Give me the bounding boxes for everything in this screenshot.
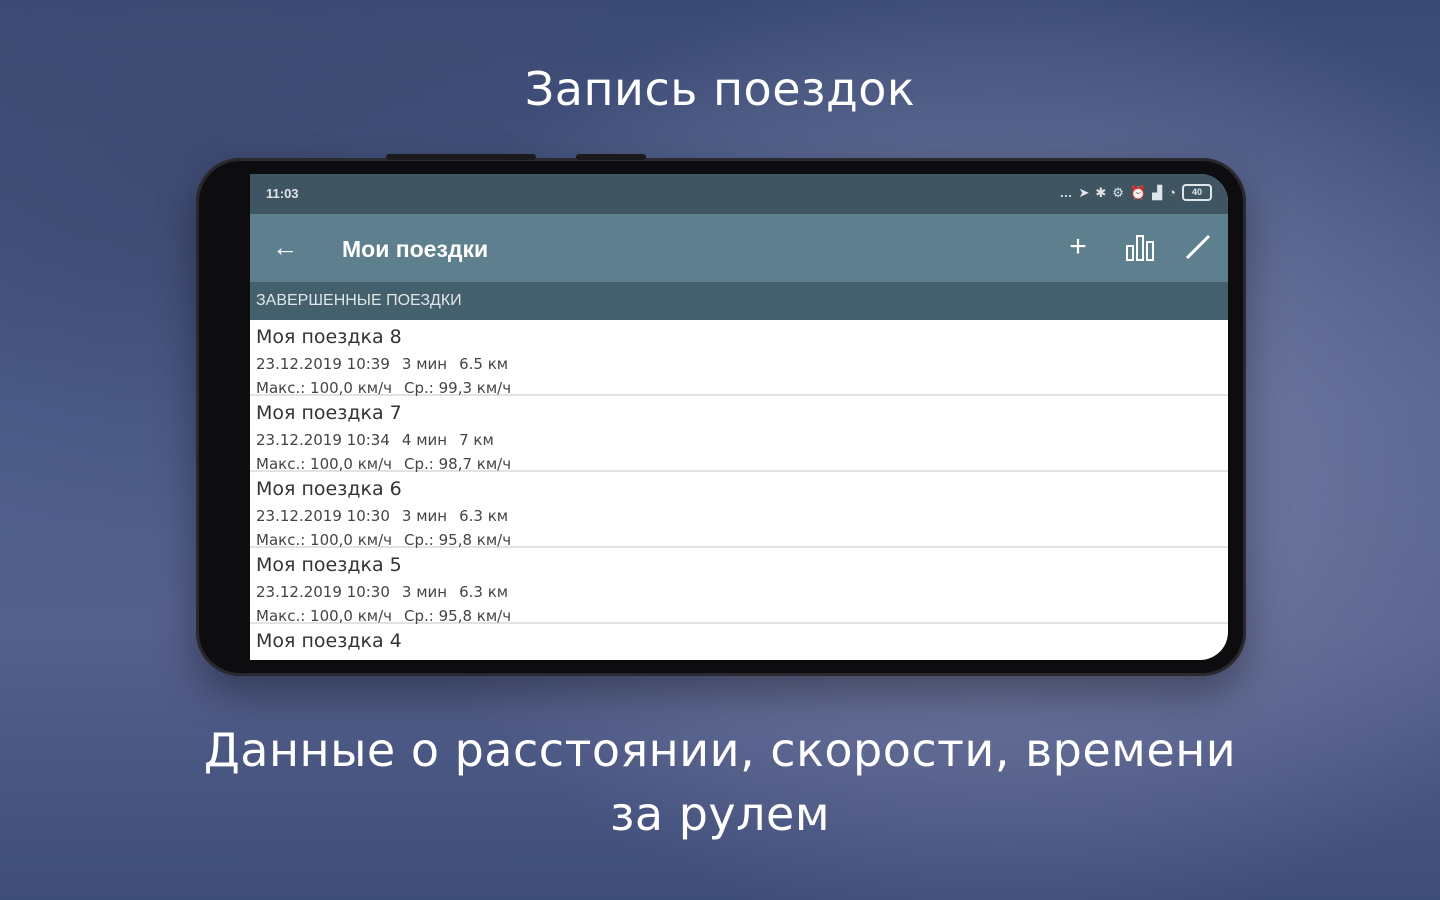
trip-name: Моя поездка 8 [256,326,402,348]
app-screen: 11:03 … ➤ ✱ ⚙ ⏰ ▟ ◔ 40 ← Мои поездки + З… [250,174,1228,660]
trip-distance: 6.3 км [459,507,509,525]
trip-avg-speed: Ср.: 95,8 км/ч [404,531,512,549]
trip-info: 23.12.2019 10:39 3 мин 6.5 км [256,352,1228,376]
bar-chart-graphic [1126,235,1154,261]
status-time: 11:03 [266,186,299,201]
trip-duration: 4 мин [401,431,448,449]
trip-name: Моя поездка 7 [256,402,402,424]
trip-item[interactable]: Моя поездка 7 23.12.2019 10:34 4 мин 7 км … [250,396,1228,473]
phone-button [386,154,536,160]
promo-subtitle: Данные о расстоянии, скорости, времени з… [203,723,1237,841]
status-icons: … ➤ ✱ ⚙ ⏰ ▟ ◔ 40 [1059,184,1212,201]
section-header: Завершенные поездки [250,282,1228,320]
pencil-graphic [1185,234,1211,260]
trip-info: 23.12.2019 10:30 3 мин 6.3 км [256,504,1228,528]
trip-avg-speed: Ср.: 95,8 км/ч [404,607,512,625]
signal-icon: ▟ [1152,184,1163,200]
trip-item[interactable]: Моя поездка 6 23.12.2019 10:30 3 мин 6.3 к… [250,472,1228,549]
back-arrow-icon[interactable]: ← [272,234,298,260]
trip-item[interactable]: Моя поездка 8 23.12.2019 10:39 3 мин 6.5 к… [250,320,1228,397]
trip-distance: 6.3 км [459,583,509,601]
location-icon: ➤ [1078,184,1090,200]
trip-max-speed: Макс.: 100,0 км/ч [256,607,393,625]
trip-info: 23.12.2019 10:30 3 мин 6.3 км [256,580,1228,604]
battery-icon: 40 [1182,184,1212,201]
trip-distance: 7 км [459,431,494,449]
trip-item[interactable]: Моя поездка 5 23.12.2019 10:30 3 мин 6.3 к… [250,548,1228,625]
alarm-icon: ⏰ [1129,184,1147,200]
trip-datetime: 23.12.2019 10:30 [256,507,390,525]
page-title: Мои поездки [342,236,489,262]
trip-max-speed: Макс.: 100,0 км/ч [256,531,393,549]
trip-datetime: 23.12.2019 10:34 [256,431,390,449]
trip-duration: 3 мин [401,355,448,373]
trip-duration: 3 мин [401,583,448,601]
trip-list: Моя поездка 8 23.12.2019 10:39 3 мин 6.5 к… [250,320,1228,660]
trip-avg-speed: Ср.: 99,3 км/ч [404,379,512,397]
trip-duration: 3 мин [401,507,448,525]
trip-item[interactable]: Моя поездка 4 [250,624,1228,660]
promo-title: Запись поездок [524,62,916,116]
app-toolbar: ← Мои поездки + [250,214,1228,282]
bluetooth-icon: ✱ [1095,184,1107,200]
trip-avg-speed: Ср.: 98,7 км/ч [404,455,512,473]
trip-name: Моя поездка 6 [256,478,402,500]
trip-datetime: 23.12.2019 10:30 [256,583,390,601]
status-bar: 11:03 … ➤ ✱ ⚙ ⏰ ▟ ◔ 40 [250,174,1228,214]
trip-max-speed: Макс.: 100,0 км/ч [256,455,393,473]
add-icon[interactable]: + [1062,232,1094,264]
wifi-icon: ◔ [1168,185,1176,200]
trip-info: 23.12.2019 10:34 4 мин 7 км [256,428,1228,452]
edit-pencil-icon[interactable] [1182,232,1214,264]
settings-icon: ⚙ [1112,184,1124,200]
trip-max-speed: Макс.: 100,0 км/ч [256,379,393,397]
phone-frame: 11:03 … ➤ ✱ ⚙ ⏰ ▟ ◔ 40 ← Мои поездки + З… [196,154,1246,676]
bar-chart-icon[interactable] [1124,232,1156,264]
trip-name: Моя поездка 5 [256,554,402,576]
phone-button [576,154,646,160]
trip-datetime: 23.12.2019 10:39 [256,355,390,373]
trip-name: Моя поездка 4 [256,630,402,652]
trip-distance: 6.5 км [459,355,509,373]
more-dots-icon: … [1059,185,1073,200]
